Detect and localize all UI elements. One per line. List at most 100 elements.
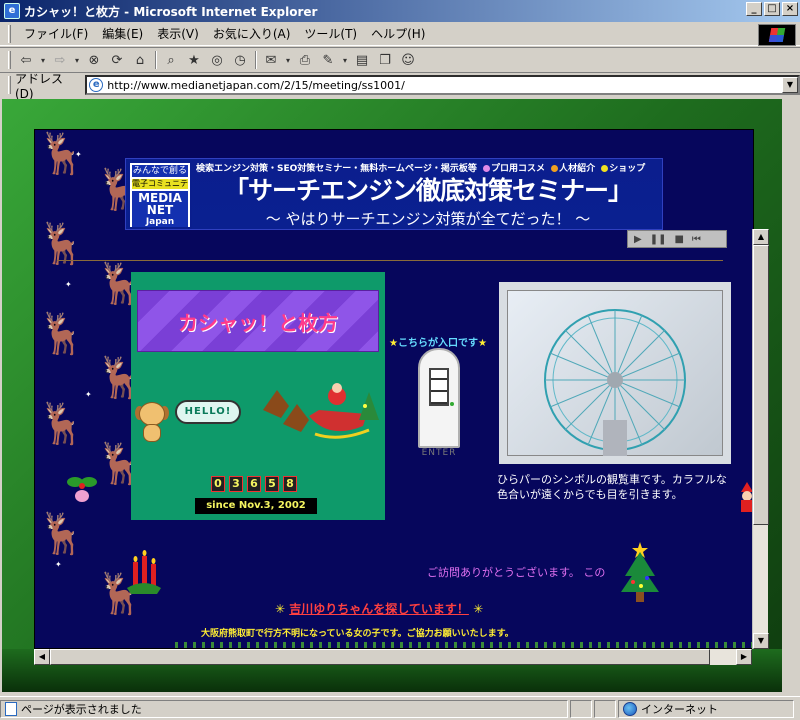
window-title: カシャッ！と枚方 - Microsoft Internet Explorer <box>24 4 318 19</box>
puppy-icon <box>135 402 169 444</box>
page-body: 🦌 🦌 🦌 🦌 🦌 🦌 🦌 🦌 🦌 🦌 ✦ ✦ ✦ ✦ ✦ ✦ ✦ みんなで創る… <box>34 129 754 649</box>
favorites-icon[interactable]: ★ <box>183 50 205 70</box>
status-blank-cell <box>594 699 616 718</box>
missing-child-notice: ✳ 吉川ゆりちゃんを探しています！ ✳ <box>275 600 483 617</box>
status-zone-cell: インターネット <box>618 699 794 718</box>
edit-icon[interactable]: ✎ <box>317 50 339 70</box>
status-message: ページが表示されました <box>21 702 142 716</box>
maximize-button[interactable]: □ <box>764 2 780 16</box>
banner-title: 「サーチエンジン徹底対策セミナー」 <box>223 176 633 205</box>
mail-dropdown-icon[interactable]: ▾ <box>283 50 293 70</box>
back-dropdown-icon[interactable]: ▾ <box>38 50 48 70</box>
mail-icon[interactable]: ✉ <box>260 50 282 70</box>
star-icon: ✦ <box>85 390 92 399</box>
grass-decoration <box>175 642 753 648</box>
scroll-left-icon[interactable]: ◀ <box>34 649 50 665</box>
media-icon[interactable]: ◎ <box>206 50 228 70</box>
sparkle-icon: ✳ <box>275 602 286 616</box>
menu-edit[interactable]: 編集(E) <box>95 25 150 42</box>
enter-door-button[interactable] <box>418 348 460 448</box>
menubar-grip[interactable] <box>8 24 11 43</box>
menu-file[interactable]: ファイル(F) <box>17 25 95 42</box>
forward-dropdown-icon[interactable]: ▾ <box>72 50 82 70</box>
medianet-logo[interactable]: みんなで創る 電子コミュニティ MEDIA NET Japan <box>128 161 192 229</box>
scroll-right-icon[interactable]: ▶ <box>736 649 752 665</box>
site-intro-box: カシャッ！と枚方 HELLO! 0 3 6 5 8 since Nov.3, 2… <box>131 272 385 520</box>
print-icon[interactable]: ⎙ <box>294 50 316 70</box>
site-title-banner: カシャッ！と枚方 <box>137 290 379 352</box>
missing-child-link[interactable]: 吉川ゆりちゃんを探しています！ <box>289 602 469 616</box>
photo-caption: ひらパーのシンボルの観覧車です。カラフルな色合いが遠くからでも目を引きます。 <box>497 473 727 501</box>
back-icon[interactable]: ⇦ <box>15 50 37 70</box>
address-bar: アドレス(D) e ▼ <box>0 72 800 101</box>
address-input[interactable] <box>107 78 778 92</box>
counter-digit: 6 <box>247 476 261 492</box>
addressbar-grip[interactable] <box>8 76 11 94</box>
counter-digit: 5 <box>265 476 279 492</box>
ie-app-icon: e <box>4 3 20 19</box>
windows-logo-icon <box>758 24 796 46</box>
address-dropdown-icon[interactable]: ▼ <box>782 77 798 93</box>
refresh-icon[interactable]: ⟳ <box>106 50 128 70</box>
reindeer-icon: 🦌 <box>37 311 87 357</box>
counter-digit: 0 <box>211 476 225 492</box>
star-icon: ✦ <box>75 150 82 159</box>
missing-child-description: 大阪府熊取町で行方不明になっている女の子です。ご協力お願いいたします。 <box>201 629 514 639</box>
horizontal-scroll-thumb[interactable] <box>50 649 710 665</box>
star-icon: ★ <box>477 338 487 349</box>
logo-tagline: みんなで創る <box>132 165 188 177</box>
minimize-button[interactable]: _ <box>746 2 762 16</box>
star-icon: ★ <box>389 338 398 349</box>
thanks-marquee: ご訪問ありがとうございます。 この <box>427 566 606 579</box>
bullet-icon <box>601 165 609 172</box>
candles-icon <box>127 550 161 594</box>
toolbar-separator <box>255 51 257 69</box>
messenger-icon[interactable]: ☺ <box>397 50 419 70</box>
page-icon: e <box>89 78 104 92</box>
home-icon[interactable]: ⌂ <box>129 50 151 70</box>
window-controls: _ □ × <box>746 2 798 16</box>
toolbar-separator <box>155 51 157 69</box>
site-title: カシャッ！と枚方 <box>178 310 338 335</box>
address-field[interactable]: e ▼ <box>85 75 800 95</box>
menu-bar: ファイル(F) 編集(E) 表示(V) お気に入り(A) ツール(T) ヘルプ(… <box>0 22 800 46</box>
forward-icon[interactable]: ⇨ <box>49 50 71 70</box>
stop-icon[interactable]: ⊗ <box>83 50 105 70</box>
since-label: since Nov.3, 2002 <box>195 498 317 514</box>
pause-icon[interactable]: ❚❚ <box>650 234 667 245</box>
play-icon[interactable]: ▶ <box>634 234 642 245</box>
standard-toolbar: ⇦ ▾ ⇨ ▾ ⊗ ⟳ ⌂ ⌕ ★ ◎ ◷ ✉ ▾ ⎙ ✎ ▾ ▤ ❐ ☺ <box>0 47 800 73</box>
seminar-banner[interactable]: みんなで創る 電子コミュニティ MEDIA NET Japan 検索エンジン対策… <box>125 158 663 230</box>
history-icon[interactable]: ◷ <box>229 50 251 70</box>
menu-tools[interactable]: ツール(T) <box>297 25 364 42</box>
counter-digit: 8 <box>283 476 297 492</box>
rewind-icon[interactable]: ⏮ <box>692 234 701 245</box>
menu-view[interactable]: 表示(V) <box>150 25 206 42</box>
edit-dropdown-icon[interactable]: ▾ <box>340 50 350 70</box>
status-zone: インターネット <box>641 702 718 716</box>
hello-bubble: HELLO! <box>175 400 241 424</box>
horizontal-rule <box>57 260 723 261</box>
stop-icon[interactable]: ■ <box>674 234 683 245</box>
star-icon: ✦ <box>65 280 72 289</box>
media-player: ▶ ❚❚ ■ ⏮ <box>627 230 727 248</box>
research-icon[interactable]: ❐ <box>374 50 396 70</box>
scroll-up-icon[interactable]: ▲ <box>753 229 769 245</box>
vertical-scrollbar[interactable]: ▲ ▼ <box>752 229 769 649</box>
search-icon[interactable]: ⌕ <box>160 50 182 70</box>
window-titlebar: e カシャッ！と枚方 - Microsoft Internet Explorer… <box>0 0 800 22</box>
discuss-icon[interactable]: ▤ <box>351 50 373 70</box>
scroll-down-icon[interactable]: ▼ <box>753 633 769 649</box>
vertical-scroll-thumb[interactable] <box>753 245 769 525</box>
bullet-icon <box>551 165 559 172</box>
close-button[interactable]: × <box>782 2 798 16</box>
enter-label[interactable]: ENTER <box>415 448 463 458</box>
horizontal-scrollbar[interactable]: ◀ ▶ <box>34 649 752 665</box>
reindeer-icon: 🦌 <box>37 511 87 557</box>
menu-help[interactable]: ヘルプ(H) <box>364 25 432 42</box>
page-viewport: 🦌 🦌 🦌 🦌 🦌 🦌 🦌 🦌 🦌 🦌 ✦ ✦ ✦ ✦ ✦ ✦ ✦ みんなで創る… <box>2 99 782 692</box>
door-window-icon <box>429 368 449 406</box>
toolbar-grip[interactable] <box>8 51 11 69</box>
menu-favorites[interactable]: お気に入り(A) <box>206 25 298 42</box>
reindeer-icon: 🦌 <box>37 401 87 447</box>
